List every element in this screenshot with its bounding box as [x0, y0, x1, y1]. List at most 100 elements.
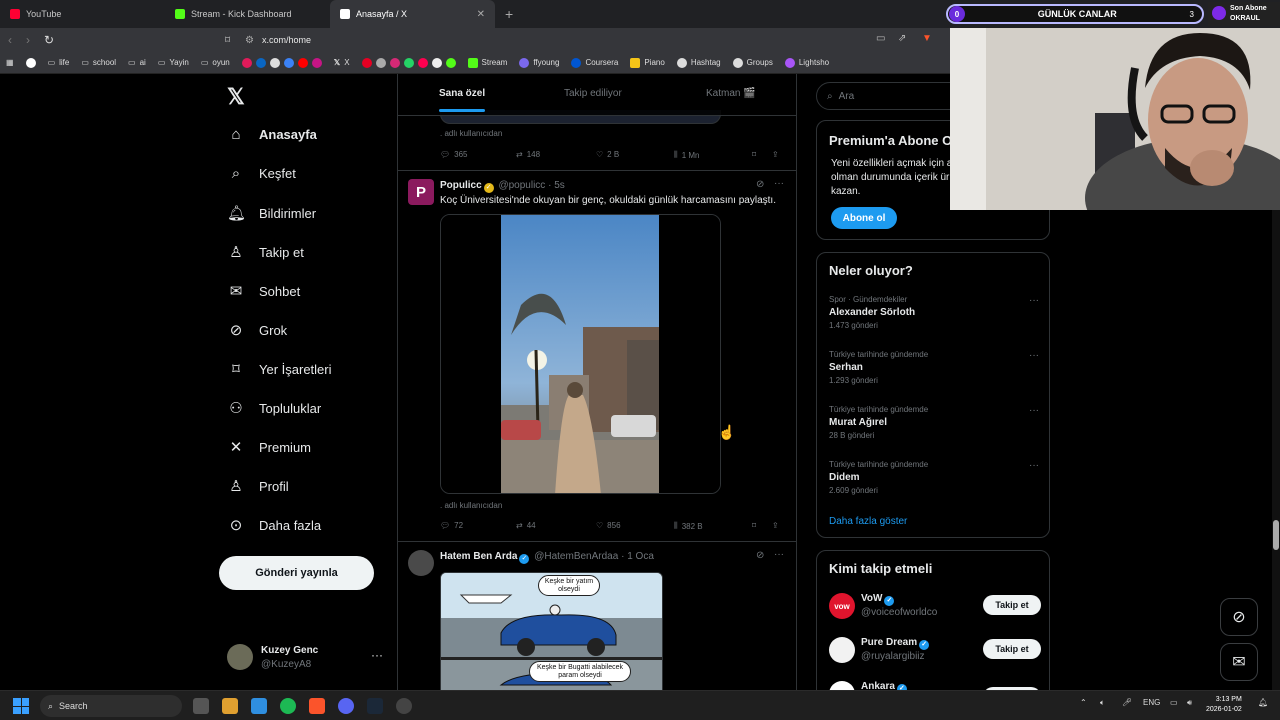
more-icon[interactable]: ···: [1029, 405, 1039, 416]
file-explorer-icon[interactable]: [222, 698, 238, 714]
repost-button[interactable]: ⇄ 44: [516, 521, 536, 530]
bookmark-icon[interactable]: ⌑: [225, 35, 230, 46]
tab-for-you[interactable]: Sana özel: [439, 88, 486, 112]
follow-suggestion[interactable]: Pure Dream ✓ @ruyalargibiiz Takip et: [829, 635, 1041, 667]
brave-shield-icon[interactable]: ▼: [922, 33, 932, 44]
windows-start-icon[interactable]: [13, 698, 29, 714]
tab-katman[interactable]: Katman 🎬: [706, 88, 756, 99]
bookmark-stream[interactable]: Stream: [467, 57, 507, 68]
language-indicator[interactable]: ENG: [1143, 698, 1160, 707]
clock[interactable]: 3:13 PM 2026-01-02: [1206, 695, 1242, 715]
nav-item-communities[interactable]: ⚇ Topluluklar: [227, 399, 321, 417]
views-button[interactable]: ⫼ 382 B: [674, 521, 703, 531]
follow-button[interactable]: Takip et: [983, 595, 1041, 615]
bookmark-yayin[interactable]: ▭ Yayin: [158, 58, 189, 67]
obs-icon[interactable]: [396, 698, 412, 714]
repost-button[interactable]: ⇄ 148: [516, 150, 540, 159]
bookmark-lightshot[interactable]: Lightsho: [784, 57, 829, 68]
steam-icon[interactable]: [367, 698, 383, 714]
tweet-time[interactable]: 1 Oca: [627, 551, 654, 562]
bookmark-hashtag[interactable]: Hashtag: [676, 57, 721, 68]
x-logo-icon[interactable]: 𝕏: [227, 84, 245, 110]
share-button[interactable]: ⇪: [772, 521, 779, 530]
site-info-icon[interactable]: ⚙: [245, 35, 254, 46]
nav-item-chat[interactable]: ✉ Sohbet: [227, 282, 301, 300]
author-handle[interactable]: @populicc: [498, 180, 545, 191]
more-icon[interactable]: ···: [774, 178, 784, 189]
tweet-time[interactable]: 5s: [554, 180, 565, 191]
messages-fab[interactable]: ✉: [1220, 643, 1258, 681]
forward-icon[interactable]: ›: [26, 33, 30, 47]
share-button[interactable]: ⇪: [772, 150, 779, 159]
nav-item-premium[interactable]: ✕ Premium: [227, 438, 311, 456]
bookmark-coursera[interactable]: Coursera: [571, 57, 618, 68]
new-tab-icon[interactable]: +: [495, 6, 523, 22]
account-switcher[interactable]: Kuzey Genc @KuzeyA8 ···: [227, 642, 387, 674]
nav-item-bookmarks[interactable]: ⌑ Yer İşaretleri: [227, 360, 331, 378]
more-icon[interactable]: ···: [1029, 460, 1039, 471]
nav-item-follow[interactable]: ♙ Takip et: [227, 243, 304, 261]
like-button[interactable]: ♡ 2 B: [596, 150, 619, 159]
tweet[interactable]: Hatem Ben Arda ✓ @HatemBenArdaa · 1 Oca ⊘…: [398, 542, 796, 690]
grok-icon[interactable]: ⊘: [756, 179, 764, 190]
reply-button[interactable]: 💬︎ 72: [440, 521, 463, 530]
trend-item[interactable]: Spor · Gündemdekiler Alexander Sörloth 1…: [829, 295, 1039, 330]
grok-fab[interactable]: ⊘: [1220, 598, 1258, 636]
bookmark-life[interactable]: ▭ life: [48, 58, 70, 67]
bookmark-icons[interactable]: [241, 57, 322, 68]
tab-kick[interactable]: Stream - Kick Dashboard: [165, 0, 330, 28]
close-tab-icon[interactable]: ✕: [477, 9, 485, 20]
microphone-icon[interactable]: 🎤︎: [1122, 698, 1132, 707]
more-icon[interactable]: ···: [1029, 350, 1039, 361]
reply-button[interactable]: 💬︎ 365: [440, 150, 468, 159]
trend-item[interactable]: Türkiye tarihinde gündemde Serhan 1.293 …: [829, 350, 1039, 385]
nav-item-notifications[interactable]: 🔔︎ Bildirimler: [227, 204, 316, 222]
nav-item-more[interactable]: ⊙ Daha fazla: [227, 516, 321, 534]
tweet[interactable]: P Populicc ✓ @populicc · 5s ⊘ ··· Koç Üni…: [398, 171, 796, 542]
nav-item-profile[interactable]: ♙ Profil: [227, 477, 288, 495]
more-icon[interactable]: ···: [371, 648, 383, 662]
show-more-link[interactable]: Daha fazla göster: [829, 516, 907, 527]
bookmark-groups[interactable]: Groups: [732, 57, 773, 68]
tweet-video[interactable]: [440, 214, 721, 494]
nav-item-explore[interactable]: ⌕ Keşfet: [227, 165, 296, 182]
more-icon[interactable]: ···: [774, 549, 784, 560]
grok-icon[interactable]: ⊘: [756, 550, 764, 561]
screen-icon[interactable]: ▭: [876, 33, 885, 44]
volume-icon[interactable]: 🔊︎: [1187, 698, 1192, 708]
apps-icon[interactable]: ▦: [6, 58, 14, 67]
views-button[interactable]: ⫼ 1 Mn: [674, 150, 699, 160]
trend-item[interactable]: Türkiye tarihinde gündemde Didem 2.609 g…: [829, 460, 1039, 495]
bookmark-oyun[interactable]: ▭ oyun: [201, 58, 230, 67]
author-name[interactable]: Hatem Ben Arda: [440, 551, 517, 562]
share-icon[interactable]: ⇗: [898, 33, 906, 44]
brave-icon[interactable]: [309, 698, 325, 714]
follow-button[interactable]: Takip et: [983, 639, 1041, 659]
task-view-icon[interactable]: [193, 698, 209, 714]
url-field[interactable]: ⌑ ⚙ x.com/home: [225, 32, 945, 48]
taskbar-search[interactable]: ⌕ Search: [40, 695, 182, 717]
follow-suggestion[interactable]: vow VoW ✓ @voiceofworldco Takip et: [829, 591, 1041, 623]
more-icon[interactable]: ···: [1029, 295, 1039, 306]
photos-icon[interactable]: [251, 698, 267, 714]
nav-item-home[interactable]: ⌂ Anasayfa: [227, 126, 316, 143]
like-button[interactable]: ♡ 856: [596, 521, 621, 530]
tab-following[interactable]: Takip ediliyor: [564, 88, 622, 99]
tab-x[interactable]: Anasayfa / X ✕: [330, 0, 495, 28]
network-icon[interactable]: ▭: [1170, 698, 1178, 707]
reload-icon[interactable]: ↻: [44, 33, 54, 47]
bookmark-button[interactable]: ⌑: [752, 150, 756, 159]
subscribe-button[interactable]: Abone ol: [831, 207, 897, 229]
bookmark-x[interactable]: 𝕏X: [334, 58, 350, 67]
tray-overflow-icon[interactable]: ⌃: [1080, 698, 1087, 707]
trend-item[interactable]: Türkiye tarihinde gündemde Murat Ağırel …: [829, 405, 1039, 440]
bookmark-button[interactable]: ⌑: [752, 521, 756, 530]
tab-youtube[interactable]: YouTube: [0, 0, 165, 28]
avatar[interactable]: [408, 550, 434, 576]
nav-item-grok[interactable]: ⊘ Grok: [227, 321, 287, 339]
bookmark-piano[interactable]: Piano: [630, 57, 665, 68]
tweet-image[interactable]: Keşke bir yatım olseydi Keşke bir Bugatt…: [440, 572, 663, 690]
back-icon[interactable]: ‹: [8, 33, 12, 47]
scrollbar-thumb[interactable]: [1273, 520, 1279, 550]
bookmark-icons-2[interactable]: [361, 57, 456, 68]
